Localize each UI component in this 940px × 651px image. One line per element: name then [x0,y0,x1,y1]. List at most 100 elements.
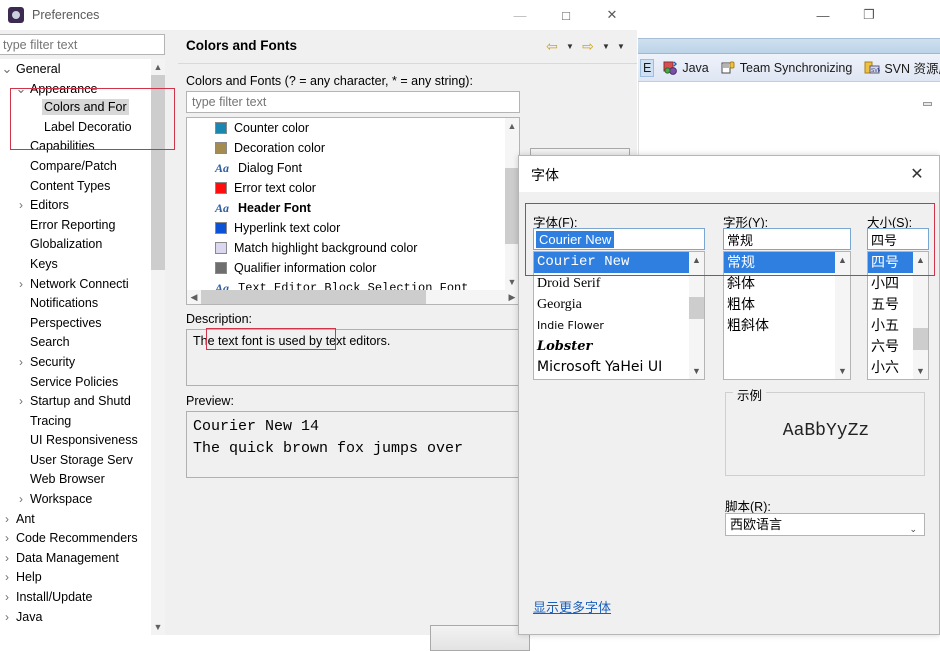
tree-item-editors[interactable]: › Editors [0,196,165,216]
chevron-right-icon[interactable]: › [0,588,14,608]
font-list-option[interactable]: 六号 [868,336,913,357]
scroll-down-icon[interactable]: ▼ [835,363,850,379]
tree-item-install-update[interactable]: › Install/Update [0,588,165,608]
chevron-right-icon[interactable]: › [14,275,28,295]
cf-vertical-scrollbar[interactable]: ▲ ▼ [505,118,519,290]
font-family-input[interactable] [533,228,705,250]
font-list-option[interactable]: 粗体 [724,294,835,315]
cf-item-row[interactable]: Decoration color [187,138,505,158]
tree-item-search[interactable]: Search [0,333,165,353]
perspective-switcher-bar[interactable]: E Java Team Synchronizing SVN SVN 资源库 [638,54,940,82]
tree-item-code-recommenders[interactable]: › Code Recommenders [0,529,165,549]
tree-item-service-policies[interactable]: Service Policies [0,373,165,393]
show-more-fonts-link[interactable]: 显示更多字体 [533,597,611,616]
font-list-option[interactable]: Lobster [534,336,689,357]
tree-item-error-reporting[interactable]: Error Reporting [0,216,165,236]
tree-item-keys[interactable]: Keys [0,255,165,275]
page-navigation-controls[interactable]: ⇦ ▼ ⇨ ▼ ▼ [543,38,627,55]
back-arrow-icon[interactable]: ⇦ [543,38,561,55]
tree-item-compare-patch[interactable]: Compare/Patch [0,157,165,177]
colors-fonts-filter-input[interactable] [186,91,520,113]
script-select[interactable]: 西欧语言 ⌄ [725,513,925,536]
font-list-option[interactable]: 常规 [724,252,835,273]
scroll-up-icon[interactable]: ▲ [151,59,165,75]
chevron-right-icon[interactable]: › [14,353,28,373]
font-dialog-close-button[interactable]: ✕ [895,156,939,192]
perspective-tab-svn-repository[interactable]: SVN SVN 资源库 [861,56,940,79]
font-size-scroll-thumb[interactable] [913,328,928,350]
tree-filter-input[interactable] [0,34,165,55]
tree-vertical-scrollbar[interactable]: ▲ ▼ [151,59,165,635]
tree-item-data-management[interactable]: › Data Management [0,549,165,569]
editor-minimize-nub[interactable] [923,102,932,106]
tree-item-appearance[interactable]: ⌄ Appearance [0,79,165,99]
chevron-right-icon[interactable]: › [14,196,28,216]
tree-item-ant[interactable]: › Ant [0,510,165,530]
font-list-option[interactable]: 斜体 [724,273,835,294]
font-list-option[interactable]: 小五 [868,315,913,336]
perspective-tab-java[interactable]: Java [660,59,711,77]
tree-item-capabilities[interactable]: Capabilities [0,137,165,157]
cf-item-row[interactable]: Hyperlink text color [187,218,505,238]
font-size-input[interactable] [867,228,929,250]
chevron-down-icon[interactable]: ⌄ [0,59,14,79]
tree-item-network-connecti[interactable]: › Network Connecti [0,275,165,295]
chevron-down-icon[interactable]: ⌄ [909,519,917,540]
scroll-up-icon[interactable]: ▲ [689,252,704,268]
preferences-minimize-button[interactable]: — [497,0,543,30]
font-style-scrollbar[interactable]: ▲ ▼ [835,252,850,379]
eclipse-restore-button[interactable]: ❐ [846,0,892,30]
page-menu-chevron-down-icon[interactable]: ▼ [615,42,627,51]
scroll-down-icon[interactable]: ▼ [151,619,165,635]
chevron-right-icon[interactable]: › [0,529,14,549]
font-list-option[interactable]: Droid Serif [534,273,689,294]
chevron-down-icon[interactable]: ⌄ [14,79,28,99]
font-family-scroll-thumb[interactable] [689,297,704,319]
font-style-listbox[interactable]: 常规 斜体 粗体 粗斜体 ▲ ▼ [723,251,851,380]
preferences-close-button[interactable]: ✕ [589,0,635,30]
tree-item-security[interactable]: › Security [0,353,165,373]
cf-item-row[interactable]: Counter color [187,118,505,138]
scroll-down-icon[interactable]: ▼ [689,363,704,379]
chevron-right-icon[interactable]: › [0,510,14,530]
tree-item-notifications[interactable]: Notifications [0,294,165,314]
tree-item-tracing[interactable]: Tracing [0,412,165,432]
cf-item-row[interactable]: Error text color [187,178,505,198]
tree-item-colors-and-for[interactable]: Colors and For [0,98,165,118]
font-list-option[interactable]: 四号 [868,252,913,273]
font-size-listbox[interactable]: 四号小四五号小五六号小六七号 ▲ ▼ [867,251,929,380]
tree-item-globalization[interactable]: Globalization [0,235,165,255]
font-list-option[interactable]: 七号 [868,378,913,379]
tree-scrollbar-thumb[interactable] [151,75,165,270]
font-family-scrollbar[interactable]: ▲ ▼ [689,252,704,379]
font-list-option[interactable]: 小六 [868,357,913,378]
font-list-option[interactable]: MS Reference Specialt [534,378,689,379]
forward-history-chevron-down-icon[interactable]: ▼ [600,42,612,51]
chevron-right-icon[interactable]: › [0,549,14,569]
preferences-maximize-button[interactable]: □ [543,0,589,30]
tree-item-general[interactable]: ⌄ General [0,59,165,79]
tree-item-java[interactable]: › Java [0,608,165,628]
chevron-right-icon[interactable]: › [0,608,14,628]
scroll-down-icon[interactable]: ▼ [505,274,519,290]
cf-horizontal-scrollbar[interactable]: ◀ ▶ [187,290,519,304]
chevron-right-icon[interactable]: › [14,490,28,510]
eclipse-minimize-button[interactable]: — [800,0,846,30]
scroll-up-icon[interactable]: ▲ [913,252,928,268]
cf-item-row[interactable]: Aa Dialog Font [187,158,505,178]
cf-item-row[interactable]: Match highlight background color [187,238,505,258]
forward-arrow-icon[interactable]: ⇨ [579,38,597,55]
font-list-option[interactable]: Microsoft YaHei UI [534,357,689,378]
font-list-option[interactable]: 小四 [868,273,913,294]
scroll-down-icon[interactable]: ▼ [913,363,928,379]
tree-item-label-decoratio[interactable]: Label Decoratio [0,118,165,138]
perspective-tab-team-synchronizing[interactable]: Team Synchronizing [718,59,856,77]
preferences-tree[interactable]: ⌄ General ⌄ Appearance Colors and For Label D… [0,59,165,635]
scroll-up-icon[interactable]: ▲ [835,252,850,268]
cf-item-row[interactable]: Aa Text Editor Block Selection Font [187,278,505,290]
tree-item-content-types[interactable]: Content Types [0,177,165,197]
colors-and-fonts-tree[interactable]: Counter color Decoration color Aa Dialog Fo… [186,117,520,305]
font-list-option[interactable]: Indie Flower [534,315,689,336]
cf-hscrollbar-thumb[interactable] [201,290,426,304]
scroll-left-icon[interactable]: ◀ [187,290,201,304]
